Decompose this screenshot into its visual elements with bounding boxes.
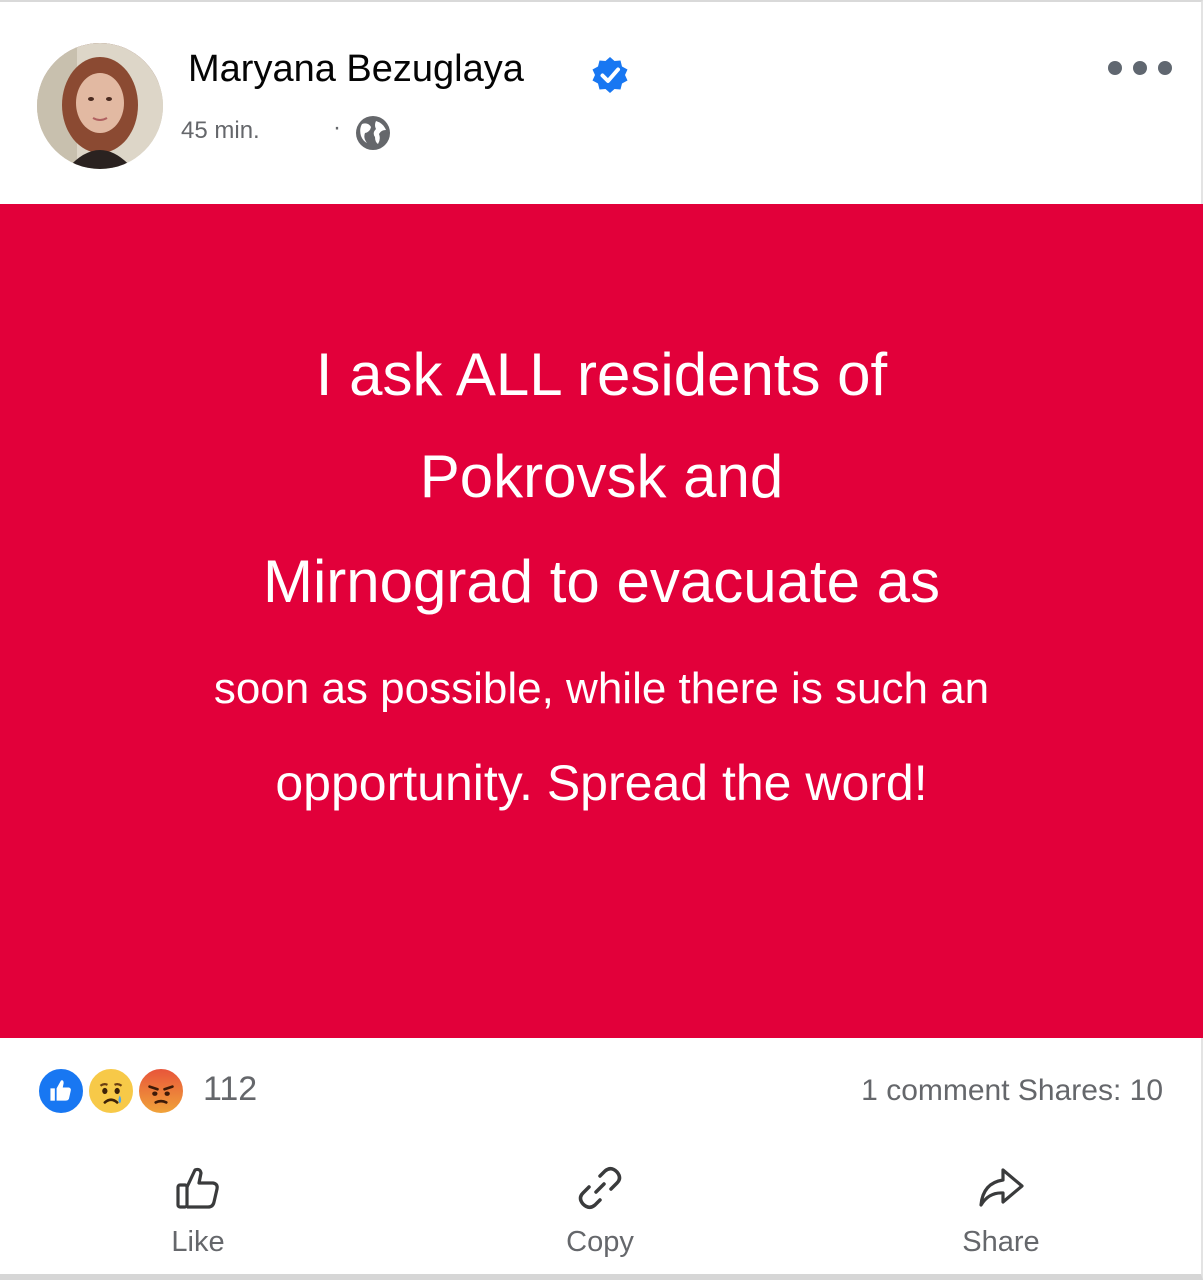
share-button[interactable]: Share [901,1162,1101,1262]
avatar-image [37,43,163,169]
copy-link-button[interactable]: Copy [500,1162,700,1262]
meta-separator: · [333,114,341,141]
post-text-line: opportunity. Spread the word! [275,755,928,811]
shares-count[interactable]: Shares: 10 [1018,1074,1163,1107]
thumbs-up-icon [176,1167,219,1209]
share-label: Share [962,1226,1040,1258]
post-timestamp[interactable]: 45 min. [181,117,260,145]
post-text-line: Pokrovsk and [419,443,784,510]
post-action-bar: Like Copy Share [0,1152,1201,1272]
globe-icon[interactable] [354,114,392,152]
post-stats-bar: 112 1 comment Shares: 10 [0,1042,1201,1142]
link-icon [578,1167,622,1209]
share-arrow-icon [979,1168,1024,1207]
post-text-line: Mirnograd to evacuate as [262,548,941,615]
avatar[interactable] [37,43,163,169]
verified-badge-icon [592,57,628,93]
more-dot [1158,61,1172,75]
comments-count[interactable]: 1 comment [861,1074,1009,1107]
reaction-count[interactable]: 112 [203,1070,257,1109]
engagement-counts: 1 comment Shares: 10 [861,1074,1163,1108]
post-text-card[interactable]: I ask ALL residents of Pokrovsk and Mirn… [0,204,1203,1038]
more-dot [1108,61,1122,75]
like-button[interactable]: Like [98,1162,298,1262]
post-header: Maryana Bezuglaya 45 min. · [0,2,1201,202]
post-text-line: I ask ALL residents of [315,341,888,408]
angry-reaction-icon [136,1066,186,1116]
post-text-line: soon as possible, while there is such an [213,664,990,713]
sad-reaction-icon [86,1066,136,1116]
post-container: Maryana Bezuglaya 45 min. · I ask ALL re… [0,0,1203,1280]
like-reaction-icon [36,1066,86,1116]
copy-label: Copy [566,1226,634,1258]
more-dot [1133,61,1147,75]
more-options-icon[interactable] [1108,54,1172,82]
author-name[interactable]: Maryana Bezuglaya [188,48,524,91]
like-label: Like [171,1226,225,1258]
